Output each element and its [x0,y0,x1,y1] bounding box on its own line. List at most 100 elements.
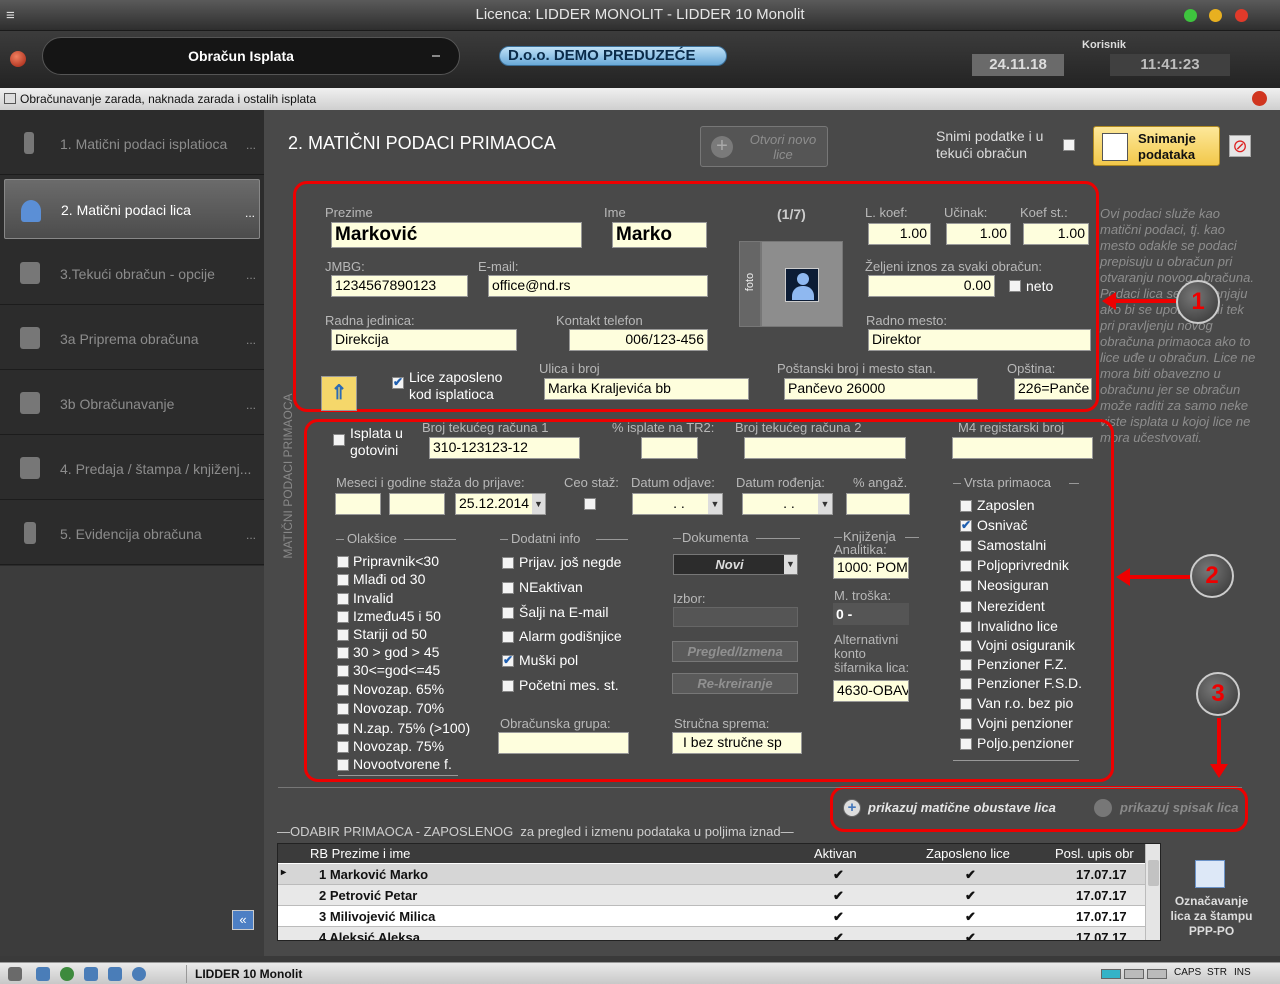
table-row[interactable]: 2 Petrović Petar ✔ ✔ 17.07.17 [278,885,1160,906]
vrsta-checkbox[interactable] [960,621,972,633]
gotovini-checkbox[interactable] [333,434,345,446]
sidebar-item-predaja[interactable]: 4. Predaja / štampa / knjiženj... [0,437,264,500]
col-header-upis[interactable]: Posl. upis obr [1055,846,1134,861]
zeljeni-field[interactable]: 0.00 [868,275,995,297]
pregled-izmena-button[interactable]: Pregled/Izmena [672,641,798,662]
vrsta-checkbox[interactable] [960,659,972,671]
postanski-field[interactable]: Pančevo 26000 [784,378,978,400]
table-scrollbar[interactable] [1145,844,1160,940]
sidebar-item-priprema[interactable]: 3a Priprema obračuna... [0,307,264,370]
opstina-field[interactable]: 226=Panče [1014,378,1092,400]
dodatni-checkbox[interactable] [502,631,514,643]
jmbg-field[interactable]: 1234567890123 [331,275,468,297]
photo-frame[interactable] [761,241,843,327]
vrsta-checkbox[interactable] [960,580,972,592]
sidebar-item-tekuci-obracun[interactable]: 3.Tekući obračun - opcije... [0,242,264,305]
grupa-field[interactable] [498,732,629,754]
m4-field[interactable] [952,437,1093,459]
tr2-field[interactable] [744,437,906,459]
alt-konto-field[interactable]: 4630-OBAV [833,680,909,702]
pct-field[interactable] [641,437,698,459]
prezime-field[interactable]: Marković [331,222,582,248]
lkoef-field[interactable]: 1.00 [868,223,931,245]
ceo-staz-checkbox[interactable] [584,498,596,510]
module-selector[interactable]: Obračun Isplata [42,37,460,75]
olaksica-checkbox[interactable] [337,556,349,568]
table-row[interactable]: 3 Milivojević Milica ✔ ✔ 17.07.17 [278,906,1160,927]
save-data-button[interactable]: Snimanje podataka [1093,126,1220,166]
vrsta-checkbox[interactable] [960,540,972,552]
dodatni-checkbox[interactable] [502,582,514,594]
strucna-field[interactable]: I bez stručne sp [672,732,802,754]
close-subwindow-button[interactable] [1252,91,1267,106]
olaksica-checkbox[interactable] [337,611,349,623]
tray-triangle-icon[interactable] [8,967,22,981]
obustave-plus-icon[interactable]: + [843,799,861,817]
col-header-name[interactable]: RB Prezime i ime [310,846,410,861]
angaz-field[interactable] [846,493,910,515]
vrsta-checkbox[interactable] [960,640,972,652]
olaksica-checkbox[interactable] [337,684,349,696]
olaksica-checkbox[interactable] [337,665,349,677]
cancel-icon[interactable]: ⊘ [1229,135,1251,157]
neto-checkbox[interactable] [1009,280,1021,292]
obustave-link[interactable]: prikazuj matične obustave lica [868,800,1056,815]
telefon-field[interactable]: 006/123-456 [569,329,708,351]
vrsta-checkbox[interactable] [960,518,972,532]
vrsta-checkbox[interactable] [960,678,972,690]
dodatni-checkbox[interactable] [502,680,514,692]
sidebar-item-evidencija[interactable]: 5. Evidencija obračuna... [0,502,264,565]
olaksica-checkbox[interactable] [337,574,349,586]
lice-zaposleno-checkbox[interactable] [392,375,404,389]
exit-icon[interactable] [10,51,26,67]
ucinak-field[interactable]: 1.00 [946,223,1011,245]
olaksica-checkbox[interactable] [337,629,349,641]
open-new-person-button[interactable]: + Otvori novo lice [700,126,828,167]
staz-meseci-field[interactable] [335,493,381,515]
radna-jedinica-field[interactable]: Direkcija [331,329,517,351]
vrsta-checkbox[interactable] [960,698,972,710]
staz-godine-field[interactable] [389,493,445,515]
olaksica-checkbox[interactable] [337,723,349,735]
olaksica-checkbox[interactable] [337,703,349,715]
spisak-link[interactable]: prikazuj spisak lica [1120,800,1239,815]
ppp-po-label[interactable]: Označavanje lica za štampu PPP-PO [1164,894,1259,939]
close-window-button[interactable] [1235,9,1248,22]
staz-datum-dropdown-icon[interactable]: ▼ [532,494,545,514]
dokumenta-select[interactable]: Novi [673,554,798,575]
datum-rodjenja-dropdown-icon[interactable]: ▼ [818,494,832,514]
collapse-up-button[interactable]: ⇑ [321,376,357,411]
table-row[interactable]: 4 Aleksić Aleksa ✔ ✔ 17.07.17 [278,927,1160,940]
datum-odjave-dropdown-icon[interactable]: ▼ [708,494,722,514]
save-to-current-checkbox[interactable] [1063,139,1075,151]
maximize-window-button[interactable] [1184,9,1197,22]
dodatni-checkbox[interactable] [502,557,514,569]
tray-shield-icon[interactable] [108,967,122,981]
sidebar-item-maticni-lica[interactable]: 2. Matični podaci lica... [4,179,260,239]
ime-field[interactable]: Marko [612,222,707,248]
spisak-icon[interactable] [1094,799,1112,817]
dokumenta-dropdown-icon[interactable]: ▼ [784,555,797,574]
dodatni-checkbox[interactable] [502,653,514,667]
tr1-field[interactable]: 310-123123-12 [429,437,580,459]
sidebar-item-obracunavanje[interactable]: 3b Obračunavanje... [0,372,264,435]
dodatni-checkbox[interactable] [502,607,514,619]
analitika-field[interactable]: 1000: POM [833,557,909,579]
table-scroll-thumb[interactable] [1148,860,1159,886]
vrsta-checkbox[interactable] [960,718,972,730]
sidebar-item-maticni-isplatioca[interactable]: 1. Matični podaci isplatioca... [0,112,264,175]
email-field[interactable]: office@nd.rs [488,275,708,297]
module-dropdown-icon[interactable] [432,55,440,57]
photo-tab[interactable]: foto [739,241,761,327]
olaksica-checkbox[interactable] [337,759,349,771]
collapse-sidebar-button[interactable]: « [232,910,254,930]
olaksica-checkbox[interactable] [337,647,349,659]
tray-monitor-icon[interactable] [36,967,50,981]
col-header-zaposleno[interactable]: Zaposleno lice [926,846,1010,861]
olaksica-checkbox[interactable] [337,593,349,605]
ulica-field[interactable]: Marka Kraljevića bb [544,378,749,400]
vrsta-checkbox[interactable] [960,601,972,613]
izbor-select[interactable] [673,607,798,627]
minimize-window-button[interactable] [1209,9,1222,22]
olaksica-checkbox[interactable] [337,741,349,753]
